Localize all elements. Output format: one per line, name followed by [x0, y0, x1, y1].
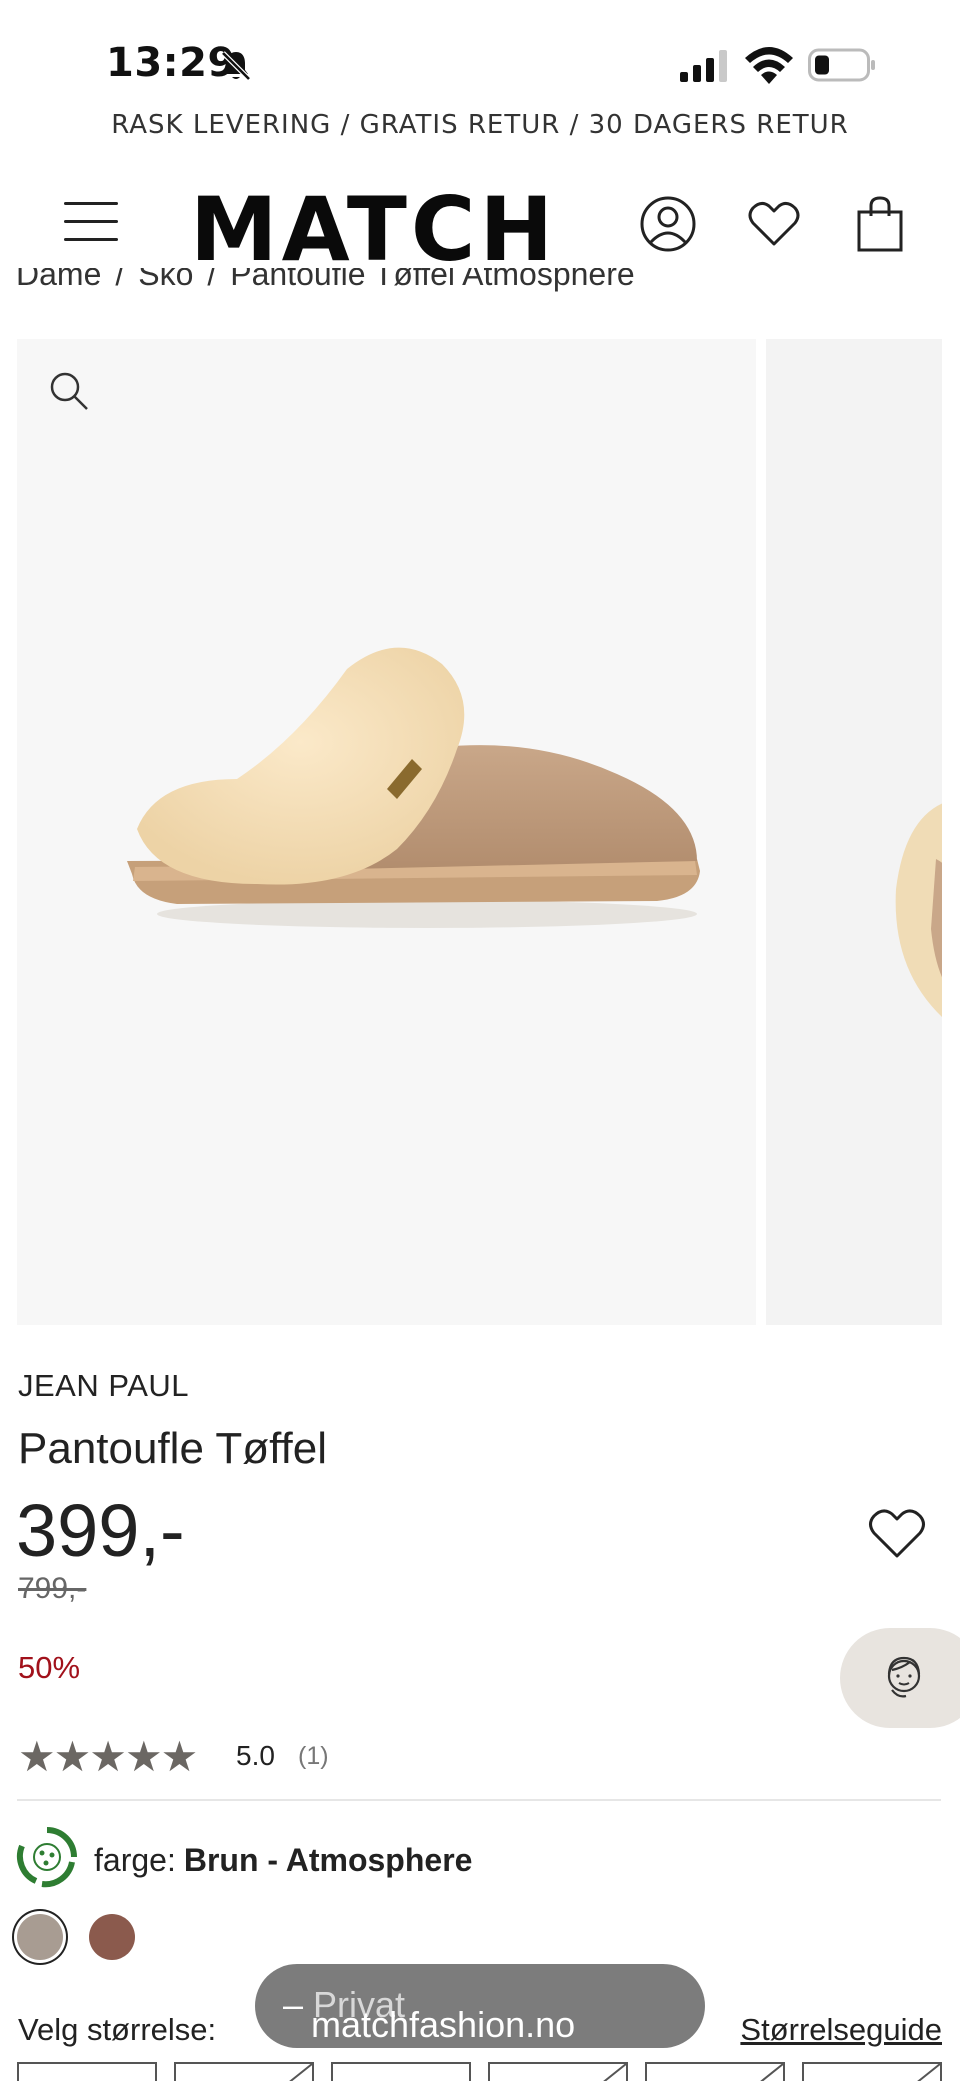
size-option[interactable]: [331, 2062, 471, 2081]
size-option[interactable]: [174, 2062, 314, 2081]
add-to-wishlist-icon[interactable]: [866, 1504, 928, 1560]
battery-icon: [808, 48, 875, 82]
color-selector: farge: Brun - Atmosphere: [16, 1826, 716, 1890]
eco-recycle-icon: [17, 1827, 77, 1888]
discount-badge: 50%: [18, 1650, 81, 1685]
cellular-signal-icon: [680, 50, 727, 82]
bell-muted-icon: [221, 51, 251, 81]
breadcrumb-separator: /: [207, 268, 217, 292]
breadcrumb-item[interactable]: Pantoufle Tøffel Atmosphere: [230, 268, 634, 292]
slipper-image: [127, 647, 700, 928]
original-price: 799,-: [18, 1572, 87, 1605]
site-logo[interactable]: MATCH: [190, 178, 557, 281]
product-title: Pantoufle Tøffel: [18, 1424, 328, 1473]
search-icon[interactable]: [45, 367, 93, 415]
support-agent-icon: [887, 1656, 921, 1698]
review-count[interactable]: (1): [298, 1742, 329, 1771]
color-swatch-selected[interactable]: [17, 1914, 63, 1960]
account-icon[interactable]: [638, 194, 698, 254]
promo-strip: RASK LEVERING / GRATIS RETUR / 30 DAGERS…: [0, 104, 960, 144]
browser-address-pill[interactable]: matchfashion.no – Privat: [255, 1964, 705, 2048]
divider: [17, 1799, 941, 1801]
customer-service-button[interactable]: [840, 1628, 960, 1728]
unavailable-strike: [289, 2064, 312, 2081]
wishlist-icon[interactable]: [744, 194, 804, 254]
product-image[interactable]: [17, 339, 756, 1325]
rating-stars: ★★★★★: [18, 1733, 198, 1780]
wifi-icon: [745, 47, 793, 84]
size-options: [17, 2062, 957, 2081]
product-brand[interactable]: JEAN PAUL: [18, 1368, 189, 1404]
bag-icon[interactable]: [850, 194, 910, 254]
breadcrumb-separator: /: [115, 268, 125, 292]
status-time: 13:29: [106, 40, 236, 86]
breadcrumb-item[interactable]: Sko: [138, 268, 193, 292]
product-rating[interactable]: ★★★★★ 5.0 (1): [18, 1732, 438, 1780]
color-value: Brun - Atmosphere: [183, 1842, 473, 1878]
size-option[interactable]: [488, 2062, 628, 2081]
unavailable-strike: [603, 2064, 626, 2081]
unavailable-strike: [917, 2064, 940, 2081]
breadcrumb-item[interactable]: Dame: [16, 268, 101, 292]
size-label: Velg størrelse:: [18, 2012, 217, 2047]
size-option[interactable]: [17, 2062, 157, 2081]
size-option[interactable]: [802, 2062, 942, 2081]
breadcrumb: Dame / Sko / Pantoufle Tøffel Atmosphere: [16, 268, 916, 304]
rating-value: 5.0: [236, 1740, 275, 1771]
product-image-next[interactable]: [766, 339, 942, 1325]
product-price: 399,-: [16, 1489, 185, 1572]
unavailable-strike: [760, 2064, 783, 2081]
color-label: farge:: [94, 1842, 176, 1878]
size-guide-link[interactable]: Størrelseguide: [740, 2012, 942, 2048]
color-swatch[interactable]: [89, 1914, 135, 1960]
promo-text: RASK LEVERING / GRATIS RETUR / 30 DAGERS…: [111, 110, 849, 140]
size-option[interactable]: [645, 2062, 785, 2081]
menu-icon[interactable]: [64, 202, 118, 244]
browser-domain: matchfashion.no: [311, 2004, 576, 2045]
status-bar: 13:29: [0, 0, 960, 120]
slipper-image-partial: [895, 803, 942, 1017]
